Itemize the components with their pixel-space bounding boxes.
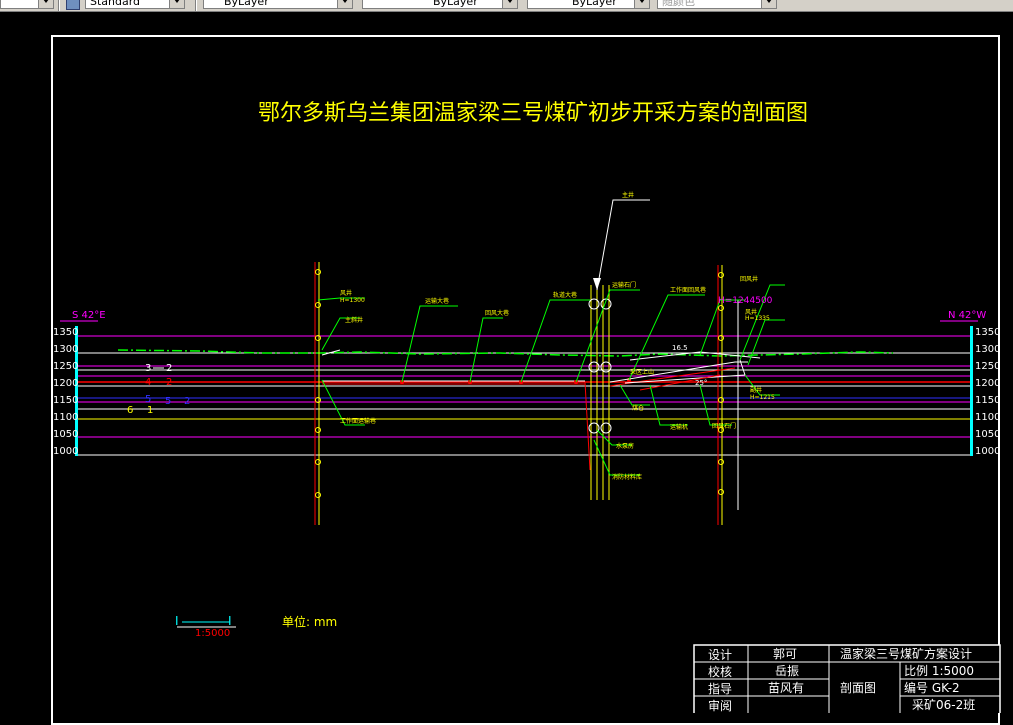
elevation-lines [76, 335, 972, 456]
tb-drawing-name: 剖面图 [840, 681, 876, 695]
tb-check-name: 岳振 [775, 664, 799, 678]
ann-15: 煤仓 [632, 404, 644, 412]
scale-bar-end-left: I [175, 614, 179, 628]
ann-4: 运输石门 [612, 281, 636, 289]
right-elevation-bar [970, 326, 973, 456]
elev-label-right-1200: 1200 [975, 378, 1000, 389]
ann-13: 运输机 [670, 423, 688, 431]
scale-bar-end-right: I [228, 614, 232, 628]
ann-14: 回风石门 [712, 422, 736, 430]
direction-right: N 42°W [948, 310, 986, 321]
elev-label-left-1350: 1350 [53, 327, 78, 338]
ann-main-slope: 主斜井 [345, 316, 363, 324]
shaft-node [718, 305, 724, 311]
shaft-node [718, 459, 724, 465]
ann-1: 运输大巷 [425, 297, 449, 305]
tb-guide-name: 苗风有 [768, 681, 804, 695]
ann-vshaft-name: 风井 [340, 289, 352, 297]
drawing-title: 鄂尔多斯乌兰集团温家梁三号煤矿初步开采方案的剖面图 [258, 101, 808, 126]
tb-guide-label: 指导 [708, 681, 732, 696]
ann-5: 工作面回风巷 [670, 286, 706, 294]
seam-label-2a: 2 [166, 363, 172, 374]
tb-class: 采矿06-2班 [912, 698, 975, 712]
elev-label-right-1250: 1250 [975, 361, 1000, 372]
ann-2: 回风大巷 [485, 309, 509, 317]
seam-label-6: 6 [127, 405, 133, 416]
ann-11: H=1215 [750, 394, 775, 401]
seam-label-3: 3 [145, 363, 151, 374]
ann-angle-2: 25° [695, 379, 707, 387]
tb-design-name: 郭可 [773, 647, 797, 661]
shaft-node [315, 269, 321, 275]
annotation-leaders [317, 284, 785, 476]
ann-9: H=1335 [745, 315, 770, 322]
elev-label-right-1100: 1100 [975, 412, 1000, 423]
ann-12: 工作面运输巷 [340, 417, 376, 425]
ann-16: 水泵房 [616, 442, 634, 450]
elev-label-right-1300: 1300 [975, 344, 1000, 355]
seam-label-5a: 5 [145, 394, 151, 405]
tb-review-label: 审阅 [708, 698, 732, 713]
ann-10: 副井 [750, 386, 762, 394]
direction-left: S 42°E [72, 310, 106, 321]
ann-3: 轨道大巷 [553, 291, 577, 299]
seam-labels: 3 2 4 2 5 5 2 6 1 [127, 363, 190, 416]
scale-bar-label: 1:5000 [195, 628, 230, 639]
elev-label-right-1050: 1050 [975, 429, 1000, 440]
seam-label-2c: 2 [184, 396, 190, 407]
shaft-node [718, 272, 724, 278]
ann-17: 消防材料库 [612, 473, 642, 481]
shaft-node [718, 489, 724, 495]
elev-label-left-1000: 1000 [53, 446, 78, 457]
ann-18: 采区上山 [630, 368, 654, 376]
tb-scale: 比例 1:5000 [904, 664, 974, 678]
tb-project: 温家梁三号煤矿方案设计 [840, 646, 972, 661]
seam-label-2b: 2 [166, 377, 172, 388]
elev-label-right-1150: 1150 [975, 395, 1000, 406]
tb-design-label: 设计 [708, 648, 732, 662]
shaft-node [315, 302, 321, 308]
ann-6: 主井 [622, 191, 634, 199]
ann-vshaft-elev: H=1300 [340, 297, 365, 304]
leader-2 [469, 317, 503, 383]
elev-label-left-1200: 1200 [53, 378, 78, 389]
seam-label-5b: 5 [165, 396, 171, 407]
tb-number: 编号 GK-2 [904, 680, 960, 695]
title-block: 设计 郭可 校核 岳振 指导 苗风有 审阅 温家梁三号煤矿方案设计 剖面图 比例… [693, 644, 1001, 713]
leader-main-shaft [596, 199, 650, 291]
elev-label-left-1050: 1050 [53, 429, 78, 440]
arrow-icon [593, 278, 601, 290]
shaft-node [315, 492, 321, 498]
elev-label-left-1150: 1150 [53, 395, 78, 406]
scale-bar: I I 1:5000 [175, 614, 236, 639]
elev-label-left-1250: 1250 [53, 361, 78, 372]
leader-5 [628, 294, 705, 381]
unit-label: 单位: mm [282, 614, 337, 629]
ann-7: 回风井 [740, 275, 758, 283]
left-elevation-labels: 1350 1300 1250 1200 1150 1100 1050 1000 [53, 327, 78, 457]
right-elevation-labels: 1350 1300 1250 1200 1150 1100 1050 1000 [975, 327, 1000, 457]
seam-label-4: 4 [145, 377, 151, 388]
tb-check-label: 校核 [708, 664, 732, 679]
ann-angle-1: 16.5 [672, 344, 688, 352]
leader-1 [401, 305, 458, 383]
shaft-node [315, 427, 321, 433]
elev-label-right-1350: 1350 [975, 327, 1000, 338]
shaft-node [315, 459, 321, 465]
ann-shaft-elev: H=1244500 [718, 296, 773, 306]
left-shaft [314, 262, 321, 525]
elev-label-left-1300: 1300 [53, 344, 78, 355]
drawing-canvas[interactable]: 鄂尔多斯乌兰集团温家梁三号煤矿初步开采方案的剖面图 S 42°E N 42°W … [0, 0, 1013, 713]
elev-label-right-1000: 1000 [975, 446, 1000, 457]
elev-label-left-1100: 1100 [53, 412, 78, 423]
seam-label-1: 1 [147, 405, 153, 416]
inclined-roadways [321, 349, 761, 471]
